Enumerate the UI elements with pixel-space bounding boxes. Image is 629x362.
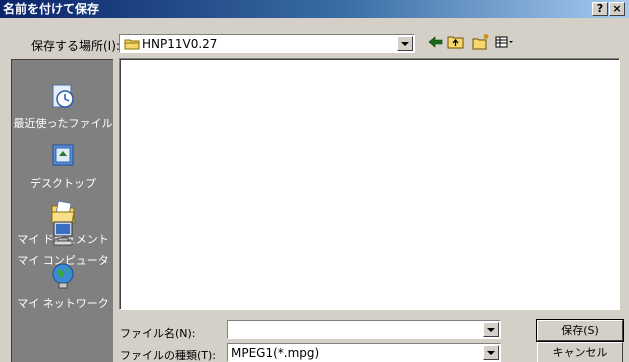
save-in-combobox[interactable]: HNP11V0.27 [119,34,415,53]
my-network-icon [12,262,114,293]
filetype-select[interactable]: MPEG1(*.mpg) [227,343,501,362]
chevron-down-icon[interactable] [483,345,499,360]
save-in-label: 保存する場所(I): [31,39,120,53]
places-bar: 最近使ったファイル デスクトップ マイ ドキュメント マイ コンピュータ マイ … [11,59,113,362]
cancel-button[interactable]: キャンセル [537,342,623,362]
place-desktop[interactable]: デスクトップ [12,142,114,191]
chevron-down-icon[interactable] [483,322,499,337]
filetype-value: MPEG1(*.mpg) [231,346,320,360]
save-button[interactable]: 保存(S) [536,319,624,342]
title-bar: 名前を付けて保存 ? × [0,0,629,18]
save-as-dialog: 名前を付けて保存 ? × 保存する場所(I): HNP11V0.27 最近使った… [0,0,629,362]
close-button[interactable]: × [609,2,625,16]
new-folder-icon[interactable] [471,33,491,51]
filename-combobox[interactable] [227,320,501,339]
place-recent[interactable]: 最近使ったファイル [12,82,114,131]
filetype-label: ファイルの種類(T): [120,349,217,362]
window-title: 名前を付けて保存 [3,2,100,16]
place-my-computer[interactable]: マイ コンピュータ [12,219,114,268]
filename-label: ファイル名(N): [120,327,196,340]
folder-icon [124,38,140,53]
up-folder-icon[interactable] [446,33,466,51]
place-my-network[interactable]: マイ ネットワーク [12,262,114,311]
file-list[interactable] [119,58,620,310]
view-menu-icon[interactable] [494,33,514,51]
back-arrow-icon[interactable] [426,33,446,51]
chevron-down-icon[interactable] [397,36,413,51]
save-in-value: HNP11V0.27 [142,37,218,51]
desktop-icon [12,142,114,173]
help-button[interactable]: ? [592,2,608,16]
recent-files-icon [12,82,114,113]
my-computer-icon [12,219,114,250]
